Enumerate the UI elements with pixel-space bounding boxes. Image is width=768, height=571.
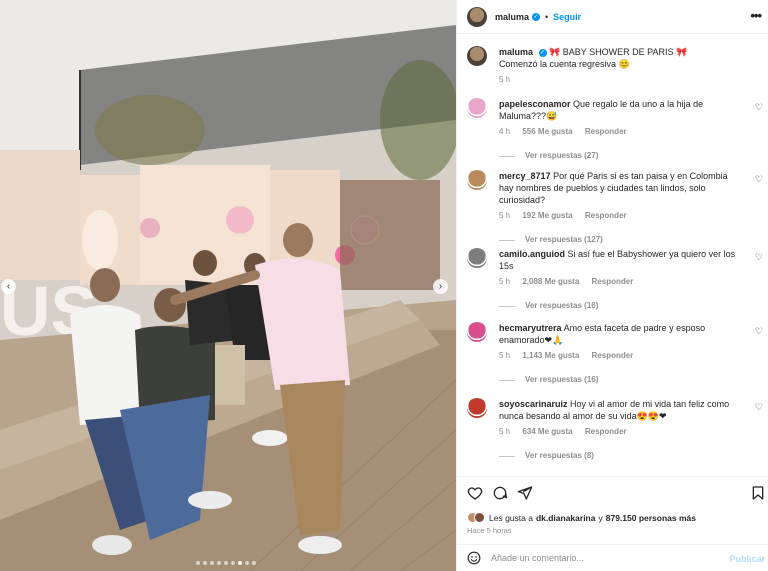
reply-button[interactable]: Responder xyxy=(592,351,634,360)
comment-likes[interactable]: 634 Me gusta xyxy=(522,427,572,436)
caption-time: 5 h xyxy=(499,75,511,84)
comment-item: soyoscarinaruiz Hoy vi al amor de mi vid… xyxy=(467,398,765,462)
verified-icon: ✓ xyxy=(532,12,541,21)
avatar[interactable] xyxy=(467,6,487,27)
divider xyxy=(499,155,515,157)
comment-likes[interactable]: 192 Me gusta xyxy=(522,211,572,220)
comment-time: 5 h xyxy=(499,211,511,220)
caption-username[interactable]: maluma xyxy=(499,47,533,57)
comment-username[interactable]: mercy_8717 xyxy=(499,171,551,181)
carousel-dot xyxy=(238,561,242,565)
view-replies-button[interactable]: Ver respuestas (127) xyxy=(499,234,741,246)
comment-likes[interactable]: 2,088 Me gusta xyxy=(522,277,579,286)
heart-icon[interactable]: ♡ xyxy=(755,252,763,263)
comment-likes[interactable]: 556 Me gusta xyxy=(522,127,572,136)
verified-icon: ✓ xyxy=(538,48,547,57)
comment-item: hecmaryutrera Amo esta faceta de padre y… xyxy=(467,322,765,386)
avatar[interactable] xyxy=(467,46,487,66)
comment-username[interactable]: papelesconamor xyxy=(499,99,571,109)
post-caption: maluma ✓ 🎀 BABY SHOWER DE PARIS 🎀 Comenz… xyxy=(467,46,757,86)
comment-item: mercy_8717 Por qué Paris si es tan paisa… xyxy=(467,170,765,246)
post-photo[interactable]: US ‹ › xyxy=(0,0,456,571)
liker-avatar xyxy=(474,512,485,523)
author-username[interactable]: maluma xyxy=(495,12,529,22)
reply-button[interactable]: Responder xyxy=(585,427,627,436)
likes-prefix: Les gusta a xyxy=(489,512,533,523)
comment-icon[interactable] xyxy=(492,485,508,501)
share-icon[interactable] xyxy=(517,485,533,501)
post-timestamp: Hace 5 horas xyxy=(467,526,512,535)
view-replies-label: Ver respuestas (16) xyxy=(525,301,599,310)
carousel-dot xyxy=(231,561,235,565)
reply-button[interactable]: Responder xyxy=(585,127,627,136)
carousel-dot xyxy=(245,561,249,565)
comment-time: 4 h xyxy=(499,127,511,136)
heart-icon[interactable]: ♡ xyxy=(755,326,763,337)
divider xyxy=(499,379,515,381)
heart-icon[interactable] xyxy=(467,485,483,501)
comment-time: 5 h xyxy=(499,351,511,360)
carousel-dot xyxy=(224,561,228,565)
view-replies-label: Ver respuestas (127) xyxy=(525,235,603,244)
carousel-indicator xyxy=(196,561,256,565)
caption-title: 🎀 BABY SHOWER DE PARIS 🎀 xyxy=(549,47,688,57)
emoji-icon[interactable] xyxy=(467,551,481,565)
avatar[interactable] xyxy=(467,248,487,268)
comment-username[interactable]: hecmaryutrera xyxy=(499,323,562,333)
more-options-icon[interactable]: ••• xyxy=(750,9,762,22)
bookmark-icon[interactable] xyxy=(750,485,766,501)
publish-button[interactable]: Publicar xyxy=(729,554,765,564)
comment-likes[interactable]: 1,143 Me gusta xyxy=(522,351,579,360)
comment-username[interactable]: camilo.anguiod xyxy=(499,249,565,259)
likes-connector: y xyxy=(598,512,603,523)
carousel-dot xyxy=(217,561,221,565)
carousel-dot xyxy=(196,561,200,565)
view-replies-label: Ver respuestas (27) xyxy=(525,151,599,160)
comment-item: camilo.anguiod Si así fue el Babyshower … xyxy=(467,248,765,312)
post-actions: Les gusta a dk.dianakarina y 879.150 per… xyxy=(457,476,768,544)
view-replies-label: Ver respuestas (8) xyxy=(525,451,594,460)
comment-input[interactable] xyxy=(491,553,711,563)
likes-summary[interactable]: Les gusta a dk.dianakarina y 879.150 per… xyxy=(467,512,696,523)
baby-shower-photo: US xyxy=(0,0,456,571)
reply-button[interactable]: Responder xyxy=(592,277,634,286)
divider xyxy=(499,305,515,307)
view-replies-button[interactable]: Ver respuestas (27) xyxy=(499,150,741,162)
post-header: maluma ✓ • Seguir ••• xyxy=(457,0,768,34)
comments-list[interactable]: maluma ✓ 🎀 BABY SHOWER DE PARIS 🎀 Comenz… xyxy=(457,36,768,476)
post-panel: maluma ✓ • Seguir ••• maluma ✓ 🎀 BABY SH… xyxy=(456,0,768,571)
view-replies-button[interactable]: Ver respuestas (8) xyxy=(499,450,741,462)
chevron-left-icon[interactable]: ‹ xyxy=(1,279,16,294)
comment-time: 5 h xyxy=(499,277,511,286)
heart-icon[interactable]: ♡ xyxy=(755,174,763,185)
avatar[interactable] xyxy=(467,398,487,418)
divider xyxy=(499,239,515,241)
likes-others[interactable]: 879.150 personas más xyxy=(606,513,696,523)
chevron-right-icon[interactable]: › xyxy=(433,279,448,294)
comment-item: papelesconamor Que regalo le da uno a la… xyxy=(467,98,765,162)
follow-button[interactable]: Seguir xyxy=(553,12,581,22)
reply-button[interactable]: Responder xyxy=(585,211,627,220)
view-replies-button[interactable]: Ver respuestas (16) xyxy=(499,300,741,312)
carousel-dot xyxy=(252,561,256,565)
avatar[interactable] xyxy=(467,170,487,190)
add-comment-bar: Publicar xyxy=(457,544,768,571)
heart-icon[interactable]: ♡ xyxy=(755,402,763,413)
separator: • xyxy=(545,11,549,22)
carousel-dot xyxy=(203,561,207,565)
avatar[interactable] xyxy=(467,322,487,342)
view-replies-button[interactable]: Ver respuestas (16) xyxy=(499,374,741,386)
caption-text: Comenzó la cuenta regresiva 😊 xyxy=(499,59,630,69)
comment-time: 5 h xyxy=(499,427,511,436)
likes-user[interactable]: dk.dianakarina xyxy=(536,513,596,523)
avatar[interactable] xyxy=(467,98,487,118)
divider xyxy=(499,455,515,457)
heart-icon[interactable]: ♡ xyxy=(755,102,763,113)
comment-username[interactable]: soyoscarinaruiz xyxy=(499,399,568,409)
view-replies-label: Ver respuestas (16) xyxy=(525,375,599,384)
carousel-dot xyxy=(210,561,214,565)
